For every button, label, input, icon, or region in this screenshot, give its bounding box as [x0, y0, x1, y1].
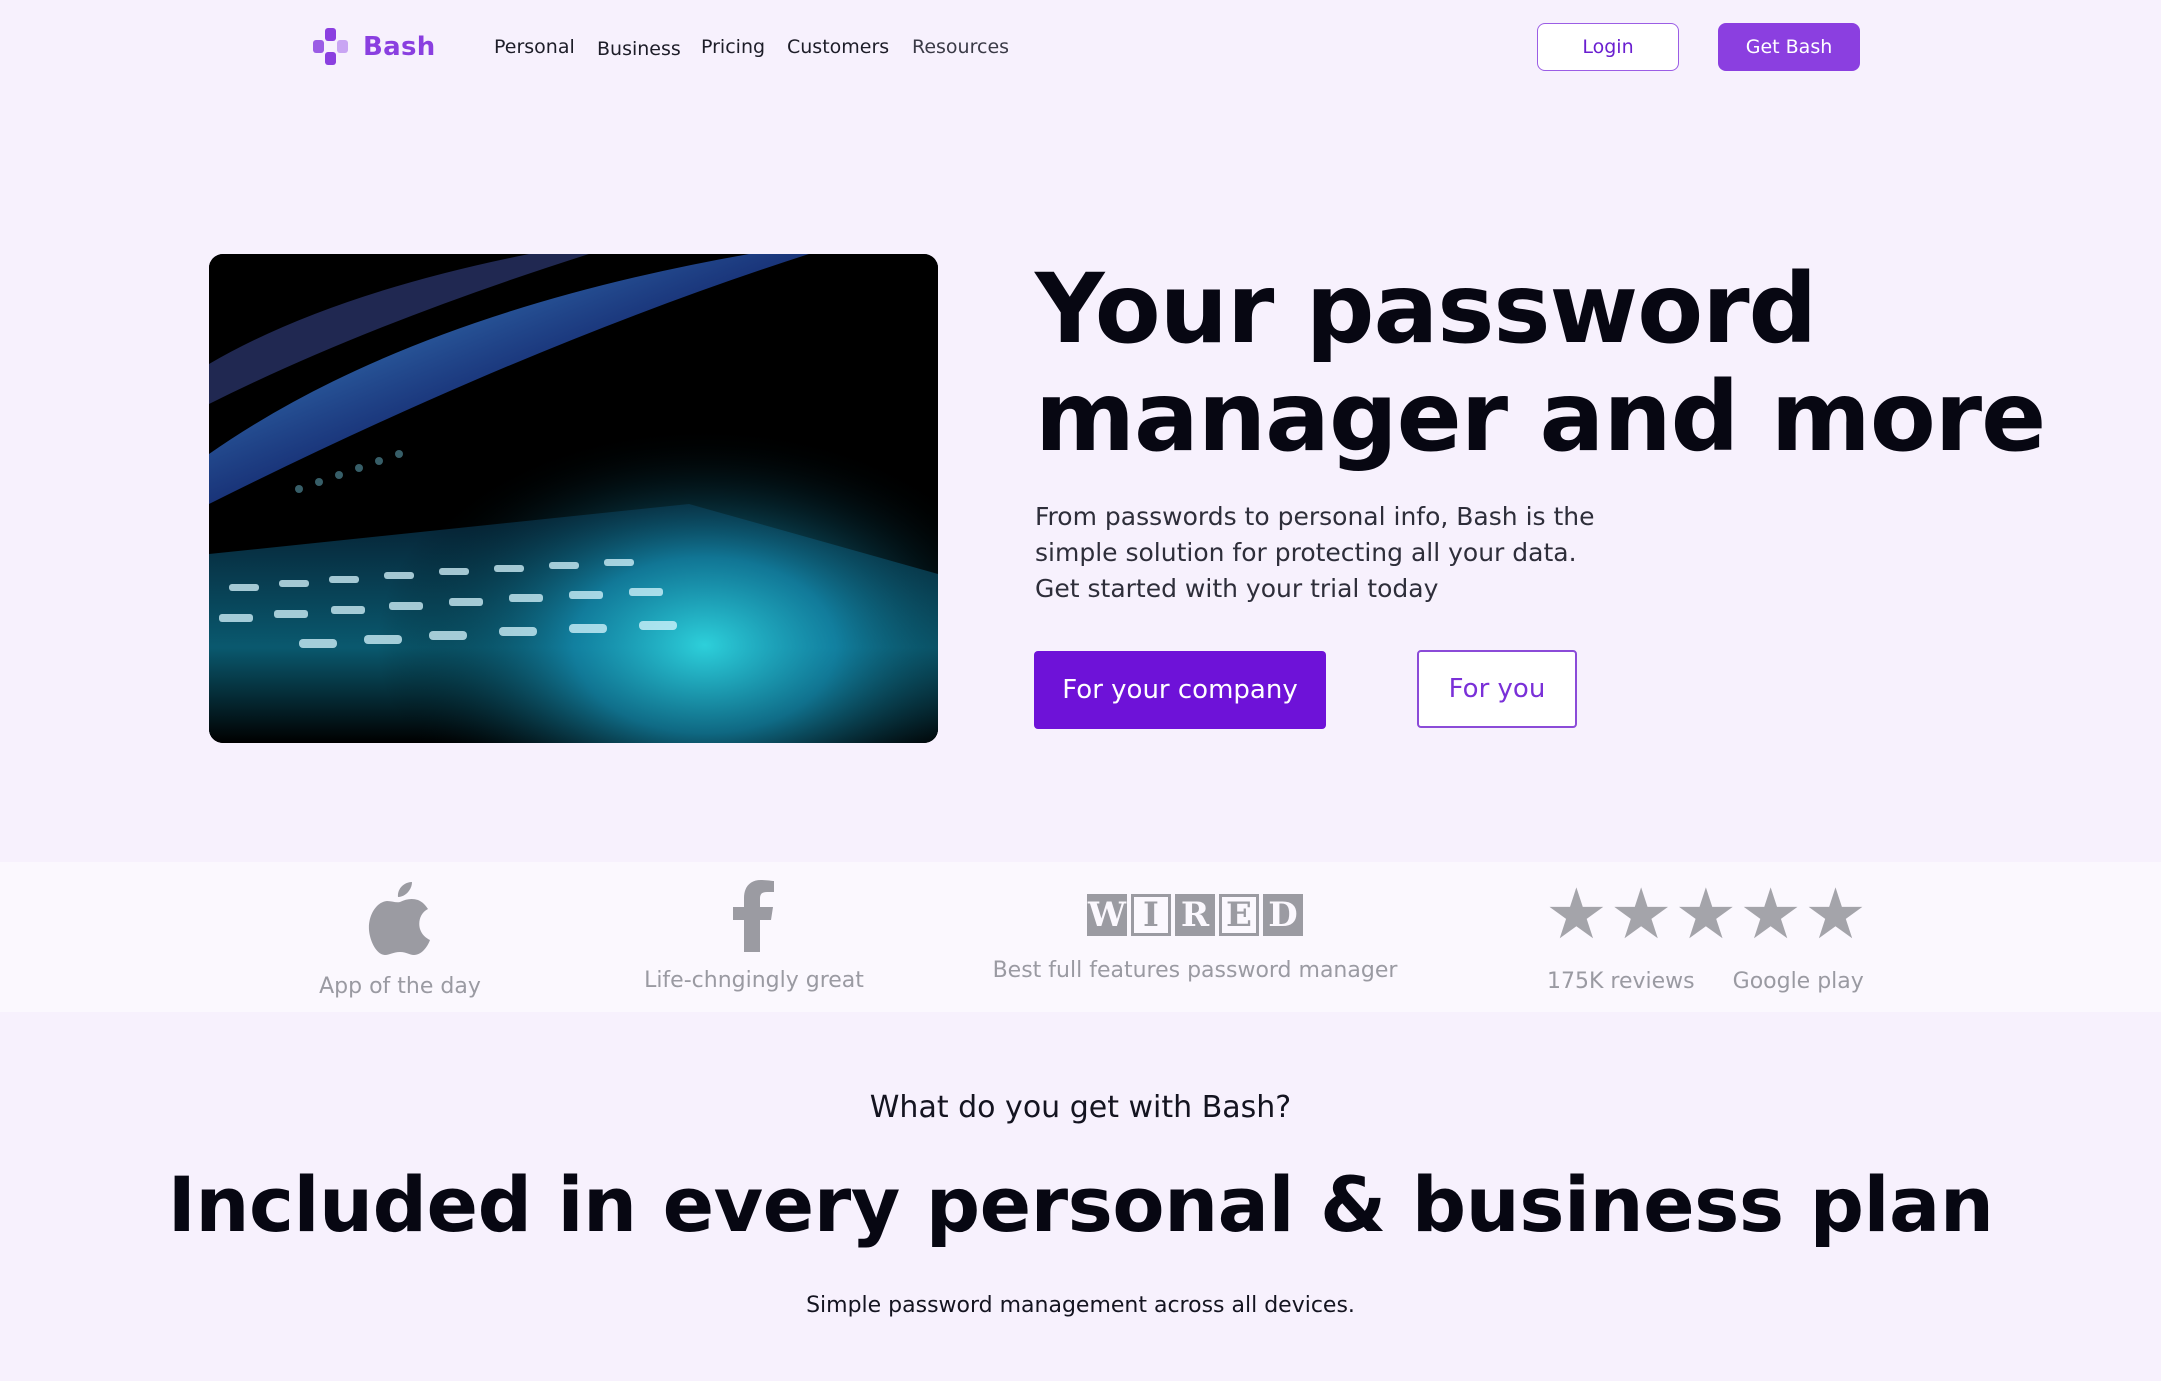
features-subtitle: Simple password management across all de…: [806, 1293, 1355, 1318]
nav-pricing[interactable]: Pricing: [701, 36, 765, 58]
get-bash-button[interactable]: Get Bash: [1718, 23, 1860, 71]
star-rating: ★ ★ ★ ★ ★: [1545, 873, 1867, 955]
wired-letter: W: [1087, 894, 1127, 936]
features-eyebrow: What do you get with Bash?: [869, 1090, 1292, 1125]
star-icon: ★: [1609, 873, 1673, 955]
hero-title-line2: manager and more: [1035, 361, 2046, 473]
wired-letter: R: [1175, 894, 1215, 936]
wired-caption: Best full features password manager: [992, 958, 1398, 983]
features-title: Included in every personal & business pl…: [167, 1160, 1994, 1249]
hero-subtitle-line3: Get started with your trial today: [1035, 574, 1439, 603]
wired-letter: D: [1263, 894, 1303, 936]
wired-logo-icon: W I R E D: [990, 894, 1400, 936]
hero-title: Your password manager and more: [1035, 253, 2046, 473]
press-wired: W I R E D Best full features password ma…: [990, 894, 1400, 983]
nav-business[interactable]: Business: [597, 38, 681, 60]
press-facebook: Life-chngingly great: [636, 880, 872, 993]
brand-name: Bash: [363, 32, 436, 62]
nav-personal[interactable]: Personal: [494, 36, 575, 58]
apple-icon: [300, 880, 500, 956]
hero-subtitle-line2: simple solution for protecting all your …: [1035, 538, 1577, 567]
star-icon: ★: [1674, 873, 1738, 955]
bash-logo-icon: [313, 28, 349, 66]
store-caption: Google play: [1732, 969, 1864, 994]
star-icon: ★: [1739, 873, 1803, 955]
login-button[interactable]: Login: [1537, 23, 1679, 71]
star-icon: ★: [1804, 873, 1867, 955]
nav-resources[interactable]: Resources: [912, 36, 1009, 58]
for-company-button[interactable]: For your company: [1034, 651, 1326, 729]
press-reviews: ★ ★ ★ ★ ★ 175K reviews Google play: [1545, 873, 1867, 994]
press-apple: App of the day: [300, 880, 500, 999]
wired-letter: I: [1131, 894, 1171, 936]
facebook-caption: Life-chngingly great: [644, 968, 864, 993]
nav-customers[interactable]: Customers: [787, 36, 889, 58]
wired-letter: E: [1219, 894, 1259, 936]
for-you-button[interactable]: For you: [1417, 650, 1577, 728]
hero-subtitle: From passwords to personal info, Bash is…: [1035, 499, 1675, 607]
logo[interactable]: Bash: [313, 28, 436, 66]
hero-title-line1: Your password: [1035, 253, 1817, 365]
reviews-caption: 175K reviews: [1547, 969, 1695, 994]
star-icon: ★: [1545, 873, 1608, 955]
facebook-icon: [636, 880, 872, 952]
hero-subtitle-line1: From passwords to personal info, Bash is…: [1035, 502, 1595, 531]
apple-caption: App of the day: [319, 974, 481, 999]
hero-laptop-image: [209, 254, 938, 743]
